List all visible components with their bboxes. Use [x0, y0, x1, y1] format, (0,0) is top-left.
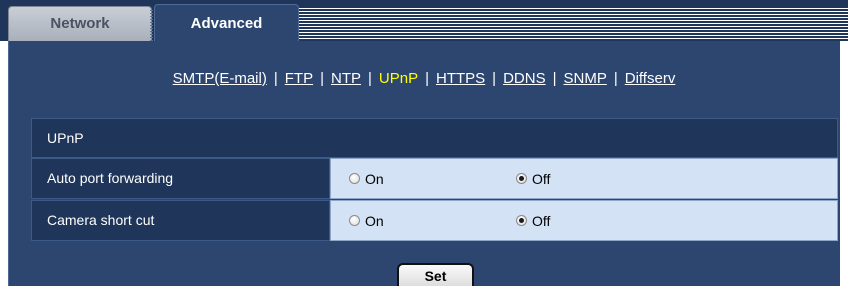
- subnav-link-smtp[interactable]: SMTP(E-mail): [173, 70, 267, 87]
- subnav-link-ntp[interactable]: NTP: [331, 70, 361, 87]
- subnav-separator: |: [368, 70, 372, 87]
- tab-advanced[interactable]: Advanced: [154, 4, 299, 41]
- section-header-upnp: UPnP: [31, 118, 838, 158]
- radio-button-icon[interactable]: [349, 173, 360, 184]
- auto-port-forwarding-off-option[interactable]: Off: [516, 159, 550, 198]
- auto-port-forwarding-on-option[interactable]: On: [349, 159, 384, 198]
- tab-bar-stripes: [299, 8, 848, 41]
- auto-port-forwarding-options: On Off: [330, 158, 838, 199]
- radio-label-off: Off: [532, 170, 551, 187]
- app-window: Network Advanced SMTP(E-mail) | FTP | NTP | UP…: [0, 0, 848, 286]
- radio-label-on: On: [365, 212, 384, 229]
- subnav-separator: |: [613, 70, 618, 87]
- radio-button-checked-icon[interactable]: [516, 173, 527, 184]
- subnav-separator: |: [320, 70, 324, 87]
- radio-button-checked-icon[interactable]: [516, 215, 527, 226]
- subnav-separator: |: [273, 70, 278, 87]
- tab-network[interactable]: Network: [8, 6, 152, 41]
- sub-navigation: SMTP(E-mail) | FTP | NTP | UPnP | HTTPS | DDNS | SNM…: [0, 70, 848, 87]
- subnav-separator: |: [492, 70, 497, 87]
- camera-short-cut-on-option[interactable]: On: [349, 201, 384, 240]
- camera-short-cut-label: Camera short cut: [31, 200, 330, 241]
- subnav-link-diffserv[interactable]: Diffserv: [625, 70, 676, 87]
- tab-divider: [150, 10, 153, 41]
- subnav-separator: |: [552, 70, 557, 87]
- camera-short-cut-off-option[interactable]: Off: [516, 201, 550, 240]
- set-button[interactable]: Set: [397, 263, 474, 286]
- subnav-link-ddns[interactable]: DDNS: [503, 70, 546, 87]
- subnav-link-ftp[interactable]: FTP: [285, 70, 313, 87]
- camera-short-cut-options: On Off: [330, 200, 838, 241]
- radio-label-off: Off: [532, 212, 551, 229]
- auto-port-forwarding-label: Auto port forwarding: [31, 158, 330, 199]
- radio-button-icon[interactable]: [349, 215, 360, 226]
- subnav-separator: |: [425, 70, 429, 87]
- subnav-link-https[interactable]: HTTPS: [436, 70, 485, 87]
- subnav-link-upnp[interactable]: UPnP: [379, 70, 418, 87]
- radio-label-on: On: [365, 170, 384, 187]
- subnav-link-snmp[interactable]: SNMP: [564, 70, 607, 87]
